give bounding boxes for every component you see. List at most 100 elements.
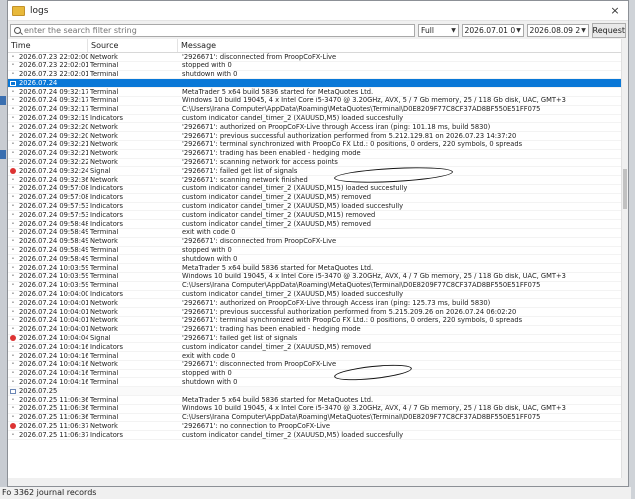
table-row[interactable]: • 2026.07.24 09:57:53.436Indicators custom… (8, 211, 628, 221)
table-row[interactable]: • 2026.07.24 09:32:17.901Terminal MetaTrad… (8, 88, 628, 97)
table-row[interactable]: • 2026.07.25 11:06:36.025Terminal C:\Users… (8, 414, 628, 423)
info-dot-icon: • (11, 317, 15, 324)
table-row[interactable]: • 2026.07.24 09:57:53.421Indicators custom… (8, 203, 628, 212)
table-row[interactable]: • 2026.07.24 09:58:49.209Terminal stopped … (8, 247, 628, 256)
table-row[interactable]: • 2026.07.24 10:04:01.954Network '2926671'… (8, 326, 628, 335)
message-cell: custom indicator candel_timer_2 (XAUUSD,… (182, 343, 371, 351)
table-row[interactable]: • 2026.07.24 10:04:01.039Network '2926671'… (8, 308, 628, 317)
scrollbar-thumb[interactable] (623, 169, 627, 209)
time-cell: • 2026.07.23 22:02:01.026 (8, 71, 88, 79)
table-row[interactable]: 2026.07.25 11:06:37.469Network '2926671':… (8, 422, 628, 432)
time-text: 2026.07.24 10:04:16.742 (19, 369, 88, 378)
table-row[interactable]: • 2026.07.24 09:57:08.119Indicators custom… (8, 185, 628, 194)
table-row[interactable]: • 2026.07.25 11:06:37.502Indicators custom… (8, 431, 628, 441)
to-date-picker[interactable]: 2026.08.09 23:59 ▼ (526, 24, 589, 37)
source-cell: Terminal (90, 70, 119, 79)
time-cell: 2026.07.24 10:04:04.046 (8, 335, 88, 343)
table-row[interactable]: • 2026.07.24 09:32:22.320Network '2926671'… (8, 159, 628, 168)
table-row[interactable]: • 2026.07.24 09:32:21.251Network '2926671'… (8, 150, 628, 159)
table-row[interactable]: •2026.07.24 10:04:16.742Terminalstopped … (8, 370, 628, 379)
table-row[interactable]: 2026.07.24 10:04:04.046Signal '2926671': … (8, 335, 628, 344)
table-row[interactable]: • 2026.07.24 09:58:49.138Terminal exit wit… (8, 229, 628, 238)
search-input[interactable] (11, 25, 414, 36)
time-cell: • 2026.07.24 09:32:22.320 (8, 159, 88, 167)
message-cell: custom indicator candel_timer_2 (XAUUSD,… (182, 290, 404, 299)
table-row[interactable]: • 2026.07.24 09:32:20.323Network '2926671'… (8, 123, 628, 133)
time-text: 2026.07.24 09:32:19.771 (19, 114, 88, 123)
column-header-time[interactable]: Time (8, 39, 88, 52)
message-cell: shutdown with 0 (182, 255, 238, 263)
source-cell: Indicators (90, 343, 124, 351)
date-group-row[interactable]: 2026.07.25 (8, 387, 628, 397)
message-cell: '2926671': previous successful authoriza… (182, 132, 517, 140)
from-date-picker[interactable]: 2026.07.01 00:00 ▼ (461, 24, 524, 37)
info-dot-icon: • (11, 326, 15, 333)
time-text: 2026.07.24 09:57:08.165 (19, 193, 88, 202)
source-cell: Network (90, 308, 118, 316)
date-group-row[interactable]: 2026.07.24 (8, 79, 628, 89)
table-row[interactable]: • 2026.07.24 09:32:17.902Terminal Windows … (8, 97, 628, 106)
table-row[interactable]: • 2026.07.24 09:57:08.165Indicators custom… (8, 194, 628, 203)
table-row[interactable]: •2026.07.24 10:04:16.684Network'2926671'… (8, 361, 628, 370)
table-row[interactable]: • 2026.07.25 11:06:36.024Terminal MetaTrad… (8, 396, 628, 405)
message-cell: Windows 10 build 19045, 4 x Intel Core i… (182, 96, 566, 105)
info-dot-icon: • (11, 203, 15, 210)
column-header-message[interactable]: Message (178, 39, 624, 52)
time-text: 2026.07.24 10:03:59.271 (19, 264, 88, 272)
table-row[interactable]: • 2026.07.23 22:02:00.939Network '2926671'… (8, 53, 628, 62)
filter-select[interactable]: Full ▼ (418, 24, 459, 37)
time-cell: • 2026.07.24 10:04:16.742 (8, 370, 88, 378)
table-row[interactable]: • 2026.07.23 22:02:01.026Terminal shutdown… (8, 71, 628, 80)
table-row[interactable]: • 2026.07.24 10:03:59.271Terminal MetaTrad… (8, 264, 628, 273)
table-row[interactable]: • 2026.07.24 09:58:49.142Network '2926671'… (8, 238, 628, 247)
table-row[interactable]: • 2026.07.24 09:58:49.238Terminal shutdown… (8, 255, 628, 265)
info-dot-icon: • (11, 123, 15, 130)
table-row[interactable]: • 2026.07.23 22:02:01.004Terminal stopped … (8, 62, 628, 71)
time-cell: • 2026.07.24 09:58:48.591 (8, 220, 88, 228)
time-text: 2026.07.24 10:04:16.684 (19, 360, 88, 369)
table-row[interactable]: • 2026.07.24 09:58:48.591Indicators custom… (8, 220, 628, 229)
column-header-source[interactable]: Source (88, 39, 178, 52)
time-cell: • 2026.07.24 09:58:49.238 (8, 255, 88, 263)
source-cell: Indicators (90, 290, 124, 299)
window-title: logs (30, 5, 49, 16)
time-text: 2026.07.24 09:57:53.436 (19, 211, 88, 219)
table-row[interactable]: • 2026.07.24 10:04:01.039Network '2926671'… (8, 299, 628, 309)
table-row[interactable]: • 2026.07.24 10:04:16.682Terminal exit wit… (8, 352, 628, 361)
to-date-value: 2026.08.09 23:59 (529, 26, 580, 35)
close-button[interactable]: × (602, 4, 628, 17)
table-row[interactable]: • 2026.07.24 09:32:17.902Terminal C:\Users… (8, 106, 628, 115)
source-cell: Network (90, 123, 118, 131)
source-cell: Terminal (90, 404, 119, 413)
table-row[interactable]: • 2026.07.24 10:04:16.136Indicators custom… (8, 343, 628, 353)
table-row[interactable]: • 2026.07.25 11:06:36.025Terminal Windows … (8, 405, 628, 414)
time-cell: • 2026.07.24 10:03:59.272 (8, 273, 88, 281)
message-cell: '2926671': scanning network for access p… (182, 158, 338, 167)
time-text: 2026.07.24 10:03:59.272 (19, 272, 88, 281)
table-row[interactable]: • 2026.07.24 10:04:00.152Indicators custom… (8, 291, 628, 300)
source-cell: Indicators (90, 211, 124, 219)
table-row[interactable]: • 2026.07.24 10:03:59.272Terminal C:\Users… (8, 282, 628, 291)
table-row[interactable]: 2026.07.24 09:32:24.406Signal'2926671': … (8, 167, 628, 177)
source-cell: Network (90, 140, 118, 149)
table-row[interactable]: • 2026.07.24 09:32:21.251Network '2926671'… (8, 141, 628, 150)
table-row[interactable]: • 2026.07.24 09:32:19.771Indicators custom… (8, 115, 628, 124)
message-cell: C:\Users\Irana Computer\AppData\Roaming\… (182, 413, 541, 422)
info-dot-icon: • (11, 255, 15, 262)
vertical-scrollbar[interactable] (621, 39, 628, 478)
time-text: 2026.07.24 10:04:16.682 (19, 352, 88, 360)
message-cell: '2926671': terminal synchronized with Pr… (182, 140, 523, 149)
info-dot-icon: • (11, 414, 15, 421)
table-row[interactable]: • 2026.07.24 10:04:16.858Terminal shutdown… (8, 378, 628, 388)
search-box[interactable] (10, 24, 415, 37)
time-text: 2026.07.25 11:06:37.469 (19, 422, 88, 430)
message-cell: custom indicator candel_timer_2 (XAUUSD,… (182, 220, 371, 228)
table-row[interactable]: • 2026.07.24 10:03:59.272Terminal Windows … (8, 273, 628, 282)
table-row[interactable]: •2026.07.24 09:32:36.101Network'2926671'… (8, 176, 628, 185)
table-row[interactable]: • 2026.07.24 09:32:20.323Network '2926671'… (8, 132, 628, 141)
time-text: 2026.07.24 09:32:24.406 (19, 167, 88, 175)
request-button[interactable]: Request (591, 23, 626, 38)
table-row[interactable]: • 2026.07.24 10:04:01.954Network '2926671'… (8, 317, 628, 326)
calendar-icon (10, 80, 16, 86)
time-cell: • 2026.07.24 09:57:53.421 (8, 203, 88, 211)
